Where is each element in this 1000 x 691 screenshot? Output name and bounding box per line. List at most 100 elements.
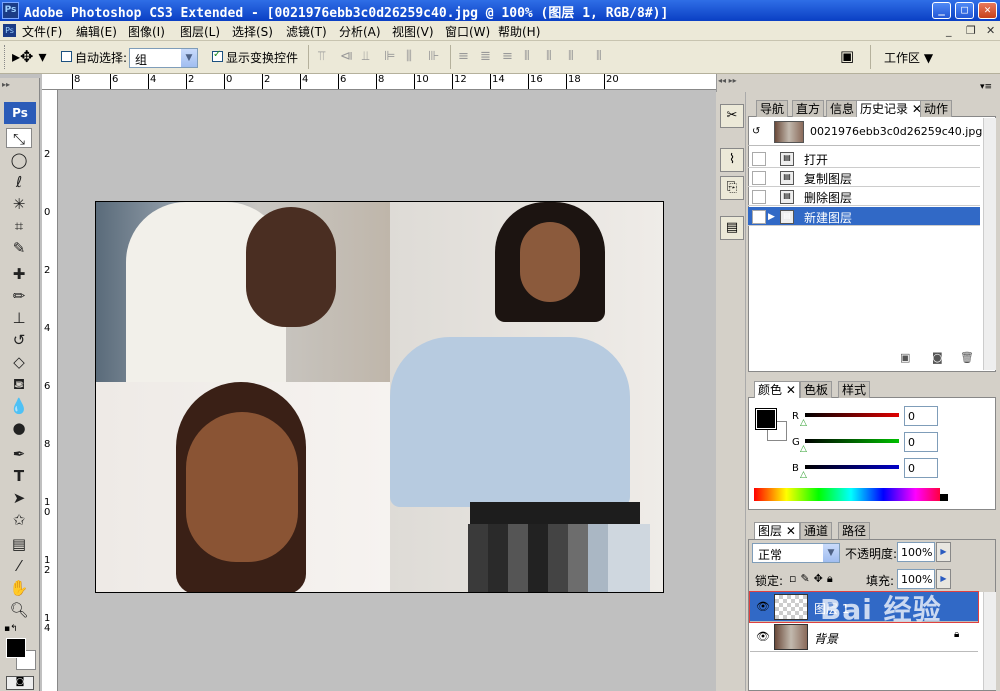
layers-scrollbar[interactable] <box>983 592 996 690</box>
move-tool-icon[interactable]: ⤡ <box>6 128 32 148</box>
distribute-right-icon[interactable]: ⦀ <box>568 49 584 64</box>
history-checkbox[interactable] <box>752 152 766 166</box>
brushes-icon[interactable]: ⌇ <box>720 148 744 172</box>
distribute-hcenter-icon[interactable]: ⦀ <box>546 49 562 64</box>
history-brush-source-icon[interactable]: ↺ <box>752 126 760 137</box>
minimize-button[interactable]: _ <box>932 2 951 19</box>
default-colors-icon[interactable]: ▪↰ <box>4 624 18 634</box>
align-top-icon[interactable]: ⫪ <box>318 49 334 65</box>
doc-close-button[interactable]: ✕ <box>986 24 995 37</box>
auto-select-checkbox[interactable] <box>61 51 72 62</box>
marquee-tool-icon[interactable]: ◯ <box>6 150 32 170</box>
eye-icon[interactable]: 👁︎ <box>756 630 770 643</box>
lock-icons[interactable]: ▫✎✥🔒︎ <box>789 572 837 586</box>
quick-mask-icon[interactable]: ◙ <box>6 676 34 690</box>
align-right-icon[interactable]: ⊪ <box>428 49 444 65</box>
move-tool-preset-icon[interactable]: ▸✥ ▾ <box>12 47 47 66</box>
bridge-icon[interactable]: ▣ <box>840 47 854 65</box>
channel-r-slider[interactable] <box>805 413 899 417</box>
history-brush-tool-icon[interactable]: ↺ <box>6 330 32 350</box>
channel-b-input[interactable]: 0 <box>904 458 938 478</box>
layer-comps-icon[interactable]: ▤ <box>720 216 744 240</box>
pen-tool-icon[interactable]: ✒ <box>6 444 32 464</box>
layer-name[interactable]: 背景 <box>814 630 838 647</box>
tab-histogram[interactable]: 直方 <box>792 100 825 117</box>
type-tool-icon[interactable]: T <box>6 466 32 486</box>
opacity-input[interactable]: 100% <box>897 542 935 562</box>
tab-layers[interactable]: 图层 ✕ <box>754 522 800 539</box>
history-state-slider-icon[interactable]: ▶ <box>768 212 775 222</box>
brush-tool-icon[interactable]: ✏ <box>6 286 32 306</box>
zoom-tool-icon[interactable]: 🔍︎ <box>6 600 32 620</box>
channel-g-slider[interactable] <box>805 439 899 443</box>
eye-icon[interactable]: 👁︎ <box>756 600 770 613</box>
slice-tool-icon[interactable]: ✎ <box>6 238 32 258</box>
new-document-from-state-icon[interactable]: ▣ <box>900 351 910 364</box>
trash-icon[interactable]: 🗑︎ <box>960 351 974 364</box>
dodge-tool-icon[interactable]: ● <box>6 418 32 438</box>
distribute-left-icon[interactable]: ⦀ <box>524 49 540 64</box>
bucket-tool-icon[interactable]: ⛾ <box>6 374 32 394</box>
close-tab-icon[interactable]: ✕ <box>786 383 796 397</box>
tab-paths[interactable]: 路径 <box>838 522 871 539</box>
menu-file[interactable]: 文件(F) <box>22 23 62 40</box>
distribute-top-icon[interactable]: ≡ <box>458 49 474 64</box>
align-vcenter-icon[interactable]: ⧏ <box>340 49 356 65</box>
history-step-duplicate-layer[interactable]: ▤ 复制图层 <box>748 168 980 187</box>
tab-navigator[interactable]: 导航 <box>756 100 789 117</box>
slider-thumb-icon[interactable]: △ <box>800 470 807 480</box>
auto-align-icon[interactable]: ⦀ <box>596 49 612 64</box>
path-select-tool-icon[interactable]: ➤ <box>6 488 32 508</box>
document-image[interactable] <box>95 201 664 593</box>
eraser-tool-icon[interactable]: ◇ <box>6 352 32 372</box>
tab-history[interactable]: 历史记录 ✕ <box>856 100 926 117</box>
channel-b-slider[interactable] <box>805 465 899 469</box>
hand-tool-icon[interactable]: ✋ <box>6 578 32 598</box>
tab-swatches[interactable]: 色板 <box>800 381 833 398</box>
fill-input[interactable]: 100% <box>897 569 935 589</box>
notes-tool-icon[interactable]: ▤ <box>6 534 32 554</box>
show-transform-checkbox[interactable] <box>212 49 223 62</box>
align-bottom-icon[interactable]: ⫫ <box>362 49 378 65</box>
tab-color[interactable]: 颜色 ✕ <box>754 381 800 398</box>
channel-r-input[interactable]: 0 <box>904 406 938 426</box>
new-snapshot-icon[interactable]: ◙ <box>932 351 943 364</box>
align-left-icon[interactable]: ⊫ <box>384 49 400 65</box>
menu-analysis[interactable]: 分析(A) <box>339 23 381 40</box>
color-spectrum-ramp[interactable] <box>754 488 948 501</box>
history-step-new-layer[interactable]: ▶ ▤ 新建图层 <box>748 207 980 226</box>
foreground-color-swatch[interactable] <box>6 638 26 658</box>
doc-minimize-button[interactable]: _ <box>946 24 952 37</box>
history-step-open[interactable]: ▤ 打开 <box>748 149 980 168</box>
opacity-slider-arrow-icon[interactable]: ▶ <box>936 542 951 562</box>
menu-help[interactable]: 帮助(H) <box>498 23 540 40</box>
clone-source-icon[interactable]: ⎘ <box>720 176 744 200</box>
menu-select[interactable]: 选择(S) <box>232 23 273 40</box>
align-hcenter-icon[interactable]: ⫼ <box>406 49 422 65</box>
slider-thumb-icon[interactable]: △ <box>800 444 807 454</box>
tab-actions[interactable]: 动作 <box>920 100 953 117</box>
menu-view[interactable]: 视图(V) <box>392 23 434 40</box>
menu-window[interactable]: 窗口(W) <box>445 23 490 40</box>
crop-tool-icon[interactable]: ⌗ <box>6 216 32 236</box>
doc-restore-button[interactable]: ❐ <box>966 24 976 37</box>
auto-select-dropdown[interactable]: 组 ▼ <box>129 48 198 68</box>
history-step-delete-layer[interactable]: ▤ 删除图层 <box>748 187 980 206</box>
close-tab-icon[interactable]: ✕ <box>786 524 796 538</box>
spectrum-black[interactable] <box>940 494 948 501</box>
channel-g-input[interactable]: 0 <box>904 432 938 452</box>
ps-menu-icon[interactable]: Ps <box>3 24 16 37</box>
menu-layer[interactable]: 图层(L) <box>180 23 220 40</box>
tab-info[interactable]: 信息 <box>826 100 859 117</box>
maximize-button[interactable]: □ <box>955 2 974 19</box>
distribute-vcenter-icon[interactable]: ≣ <box>480 49 496 64</box>
dock-collapse-icon[interactable]: ◂◂ ▸▸ <box>718 76 737 85</box>
distribute-bottom-icon[interactable]: ≡ <box>502 49 518 64</box>
healing-tool-icon[interactable]: ✚ <box>6 264 32 284</box>
eyedropper-tool-icon[interactable]: ⁄ <box>6 556 32 576</box>
history-scrollbar[interactable] <box>983 118 996 370</box>
menu-filter[interactable]: 滤镜(T) <box>286 23 327 40</box>
history-checkbox[interactable] <box>752 171 766 185</box>
lasso-tool-icon[interactable]: ℓ <box>6 172 32 192</box>
tab-channels[interactable]: 通道 <box>800 522 833 539</box>
